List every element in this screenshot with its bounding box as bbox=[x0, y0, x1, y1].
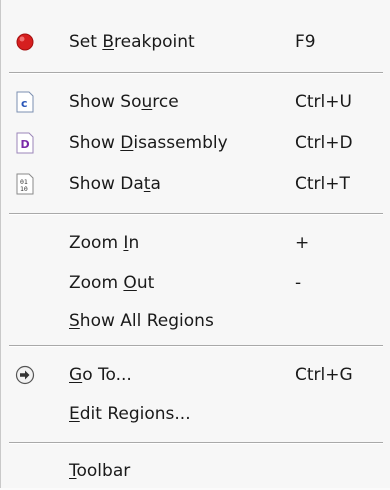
menu-item-zoom-out[interactable]: Zoom Out - bbox=[1, 265, 390, 302]
menu-item-shortcut: Ctrl+D bbox=[295, 133, 353, 153]
menu-item-toolbar[interactable]: Toolbar bbox=[1, 453, 390, 490]
menu-item-label: Show All Regions bbox=[69, 311, 214, 331]
menu-item-shortcut: Ctrl+G bbox=[295, 365, 353, 385]
menu-item-zoom-in[interactable]: Zoom In + bbox=[1, 225, 390, 262]
menu-separator bbox=[9, 72, 383, 74]
menu-separator bbox=[9, 345, 383, 347]
menu-item-edit-regions[interactable]: Edit Regions... bbox=[1, 396, 390, 433]
menu-item-label: Go To... bbox=[69, 365, 132, 385]
goto-arrow-circle-icon bbox=[13, 363, 37, 387]
menu-item-label: Show Disassembly bbox=[69, 133, 228, 153]
menu-item-label: Zoom In bbox=[69, 233, 140, 253]
menu-item-show-source[interactable]: c Show Source Ctrl+U bbox=[1, 84, 390, 121]
context-menu: Set Breakpoint F9 c Show Source Ctrl+U D… bbox=[0, 0, 390, 488]
data-binary-file-icon: 01 10 bbox=[13, 172, 37, 196]
svg-text:D: D bbox=[21, 138, 30, 151]
svg-text:10: 10 bbox=[20, 185, 28, 193]
menu-item-set-breakpoint[interactable]: Set Breakpoint F9 bbox=[1, 24, 390, 61]
menu-separator bbox=[9, 442, 383, 444]
menu-item-label: Edit Regions... bbox=[69, 404, 191, 424]
menu-item-label: Toolbar bbox=[69, 461, 131, 481]
menu-item-shortcut: + bbox=[295, 233, 310, 253]
menu-item-go-to[interactable]: Go To... Ctrl+G bbox=[1, 357, 390, 394]
menu-separator bbox=[9, 213, 383, 215]
svg-text:c: c bbox=[21, 97, 28, 110]
menu-item-label: Set Breakpoint bbox=[69, 32, 195, 52]
menu-item-shortcut: - bbox=[295, 273, 302, 293]
menu-item-show-all-regions[interactable]: Show All Regions bbox=[1, 303, 390, 340]
source-c-file-icon: c bbox=[13, 90, 37, 114]
menu-item-show-disassembly[interactable]: D Show Disassembly Ctrl+D bbox=[1, 125, 390, 162]
breakpoint-red-dot-icon bbox=[13, 30, 37, 54]
menu-item-label: Show Data bbox=[69, 174, 161, 194]
menu-item-shortcut: Ctrl+T bbox=[295, 174, 350, 194]
menu-item-show-data[interactable]: 01 10 Show Data Ctrl+T bbox=[1, 166, 390, 203]
menu-item-shortcut: F9 bbox=[295, 32, 316, 52]
menu-item-label: Zoom Out bbox=[69, 273, 155, 293]
disassembly-d-file-icon: D bbox=[13, 131, 37, 155]
menu-item-shortcut: Ctrl+U bbox=[295, 92, 352, 112]
menu-item-label: Show Source bbox=[69, 92, 179, 112]
